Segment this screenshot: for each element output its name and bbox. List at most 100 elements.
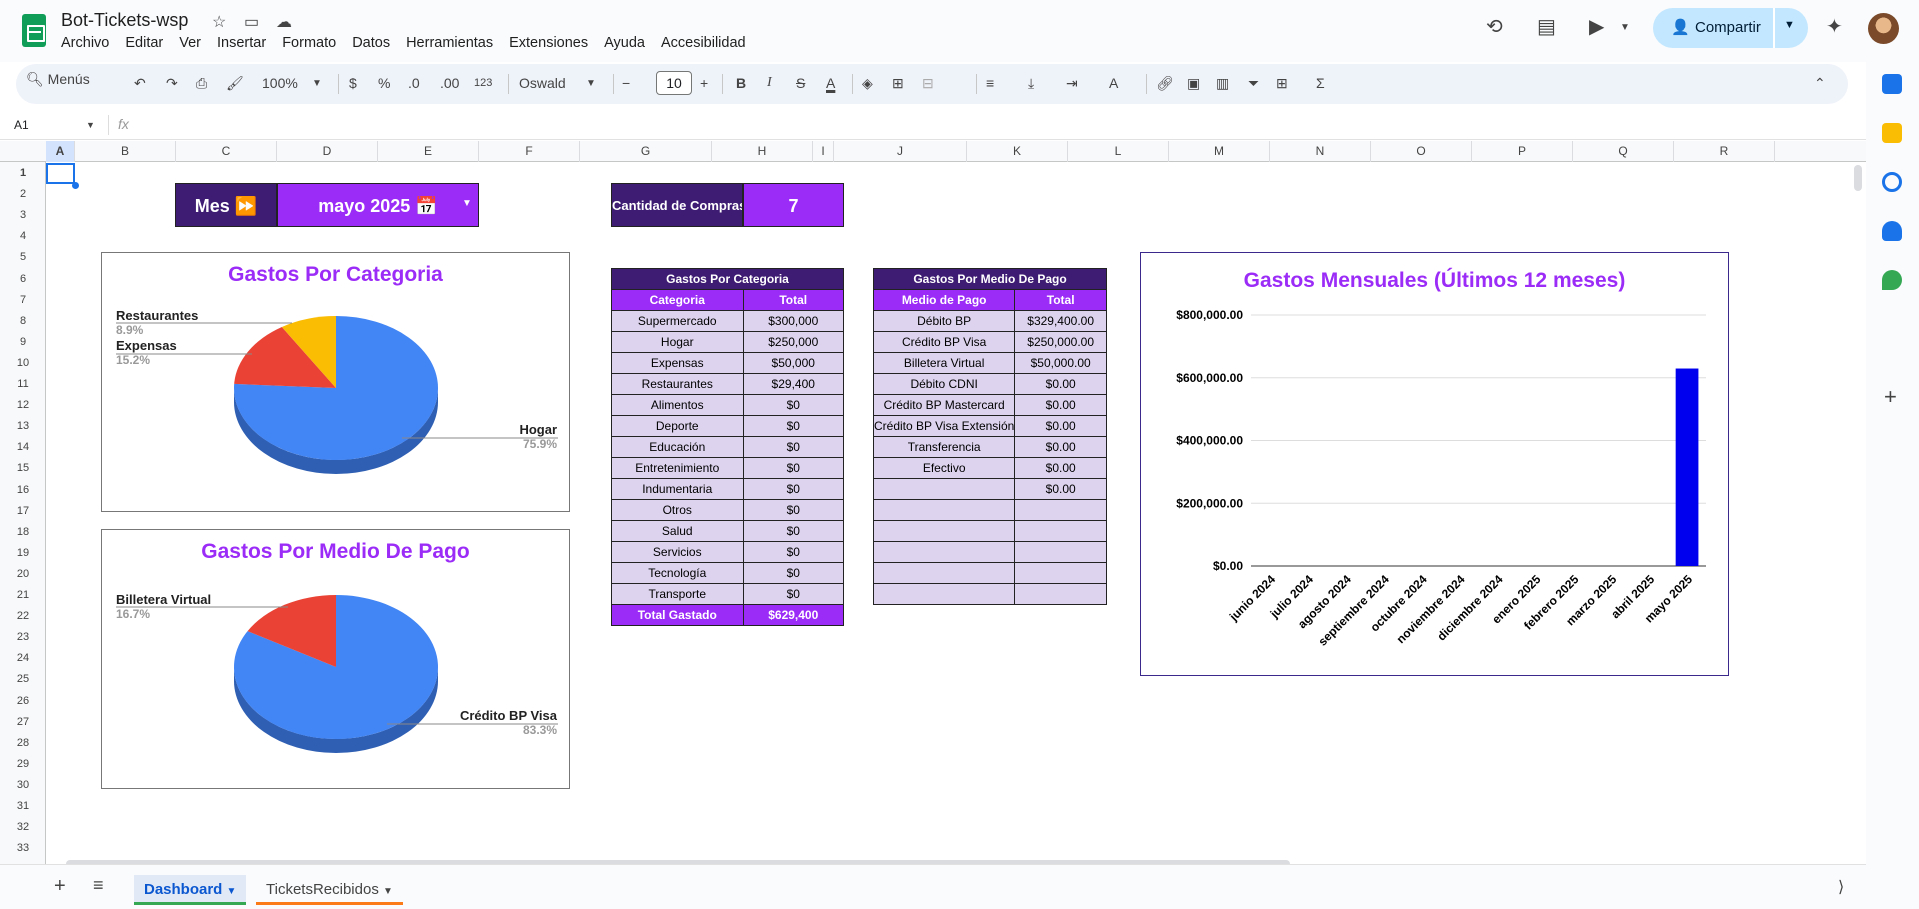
insert-comment-icon[interactable]: ▣ [1187,75,1200,92]
menu-item[interactable]: Herramientas [406,35,493,51]
table-cell[interactable]: Expensas [611,352,744,374]
merge-cells-icon[interactable]: ⊟ [922,75,934,92]
insert-link-icon[interactable]: 🔗︎ [1156,75,1174,92]
collapse-menus-icon[interactable]: ⌃ [1814,75,1826,92]
row-header[interactable]: 6 [0,273,46,285]
row-header[interactable]: 16 [0,484,46,496]
tab-ticketsrecibidos[interactable]: TicketsRecibidos ▼ [256,875,403,905]
borders-icon[interactable]: ⊞ [892,75,904,92]
font-select[interactable]: Oswald [519,75,566,91]
percent-button[interactable]: % [378,75,390,91]
all-sheets-icon[interactable]: ≡ [93,875,104,896]
name-box-dropdown-icon[interactable]: ▼ [86,120,95,130]
row-header[interactable]: 28 [0,737,46,749]
column-header[interactable]: M [1169,141,1270,162]
table-cell[interactable]: Débito BP [872,310,1016,332]
comments-icon[interactable]: ▤ [1537,14,1556,39]
table-header[interactable]: Categoria [611,289,744,311]
redo-icon[interactable]: ↷ [166,75,178,92]
column-header[interactable]: R [1674,141,1775,162]
row-header[interactable]: 12 [0,399,46,411]
maps-icon[interactable] [1882,270,1902,290]
table-cell[interactable]: Indumentaria [611,478,744,500]
table-cell[interactable]: $0.00 [1014,478,1107,500]
table-cell[interactable]: Crédito BP Visa Extensión [872,415,1016,437]
sheets-logo[interactable] [22,14,46,47]
text-wrap-icon[interactable]: ⇥ [1066,75,1078,92]
table-cell[interactable]: $0 [742,415,844,437]
column-header[interactable]: J [834,141,967,162]
meet-dropdown-icon[interactable]: ▼ [1620,22,1630,33]
table-cell[interactable]: Efectivo [872,457,1016,479]
row-header[interactable]: 22 [0,610,46,622]
table-cell[interactable] [1014,499,1107,521]
table-cell[interactable]: $0.00 [1014,457,1107,479]
table-cell[interactable]: Educación [611,436,744,458]
row-header[interactable]: 3 [0,209,46,221]
cantidad-label-cell[interactable]: Cantidad de Compras [611,183,743,227]
table-cell[interactable] [872,583,1016,605]
row-header[interactable]: 8 [0,315,46,327]
fill-color-icon[interactable]: ◈ [862,75,873,92]
table-cell[interactable] [872,562,1016,584]
menu-item[interactable]: Datos [352,35,390,51]
table-cell[interactable]: Transporte [611,583,744,605]
menu-item[interactable]: Archivo [61,35,109,51]
italic-icon[interactable]: I [767,75,772,91]
decrease-decimal-button[interactable]: .0 [408,75,420,91]
table-cell[interactable]: Supermercado [611,310,744,332]
avatar[interactable] [1868,13,1899,44]
share-dropdown-icon[interactable]: ▼ [1784,19,1795,31]
row-header[interactable]: 24 [0,652,46,664]
column-header[interactable]: P [1472,141,1573,162]
row-header[interactable]: 19 [0,547,46,559]
font-size-increase-button[interactable]: + [700,75,708,91]
column-header[interactable]: I [813,141,834,162]
calendar-icon[interactable] [1882,74,1902,94]
name-box[interactable]: A1 [14,118,29,132]
mes-dropdown-icon[interactable]: ▼ [462,198,472,209]
row-header[interactable]: 26 [0,695,46,707]
row-header[interactable]: 25 [0,673,46,685]
row-header[interactable]: 1 [0,167,46,179]
row-header[interactable]: 29 [0,758,46,770]
vertical-scrollbar[interactable] [1854,165,1862,191]
table-cell[interactable]: $0 [742,562,844,584]
column-header[interactable]: N [1270,141,1371,162]
table-cell[interactable]: Débito CDNI [872,373,1016,395]
column-header[interactable]: K [967,141,1068,162]
column-header[interactable]: D [277,141,378,162]
get-addons-icon[interactable]: + [1884,384,1897,410]
mes-label-cell[interactable]: Mes ⏩ [175,183,277,227]
filter-views-icon[interactable]: ⊞ [1276,75,1288,92]
column-header[interactable]: C [176,141,277,162]
selected-cell[interactable] [46,163,75,184]
row-header[interactable]: 15 [0,462,46,474]
table-cell[interactable]: Salud [611,520,744,542]
gemini-icon[interactable]: ✦ [1826,14,1843,39]
table-cell[interactable] [1014,583,1107,605]
table-cell[interactable]: $50,000.00 [1014,352,1107,374]
tab-dropdown-icon[interactable]: ▼ [383,886,393,897]
row-header[interactable]: 2 [0,188,46,200]
insert-chart-icon[interactable]: ▥ [1216,75,1229,92]
table-cell[interactable] [1014,520,1107,542]
version-history-icon[interactable]: ⟲ [1486,14,1503,39]
table-cell[interactable]: Tecnología [611,562,744,584]
table-cell[interactable]: $0 [742,520,844,542]
text-rotation-icon[interactable]: A [1109,75,1118,91]
table-cell[interactable]: $0 [742,394,844,416]
row-header[interactable]: 33 [0,842,46,854]
explore-icon[interactable]: ⟩ [1838,877,1844,897]
total-label[interactable]: Total Gastado [611,604,744,626]
table-cell[interactable]: $0 [742,436,844,458]
table-title[interactable]: Gastos Por Categoria [611,268,844,290]
table-cell[interactable]: $0 [742,541,844,563]
row-header[interactable]: 32 [0,821,46,833]
table-cell[interactable]: Transferencia [872,436,1016,458]
row-header[interactable]: 4 [0,230,46,242]
row-header[interactable]: 10 [0,357,46,369]
bold-icon[interactable]: B [736,75,746,91]
row-header[interactable]: 31 [0,800,46,812]
cloud-status-icon[interactable]: ☁ [276,12,292,32]
